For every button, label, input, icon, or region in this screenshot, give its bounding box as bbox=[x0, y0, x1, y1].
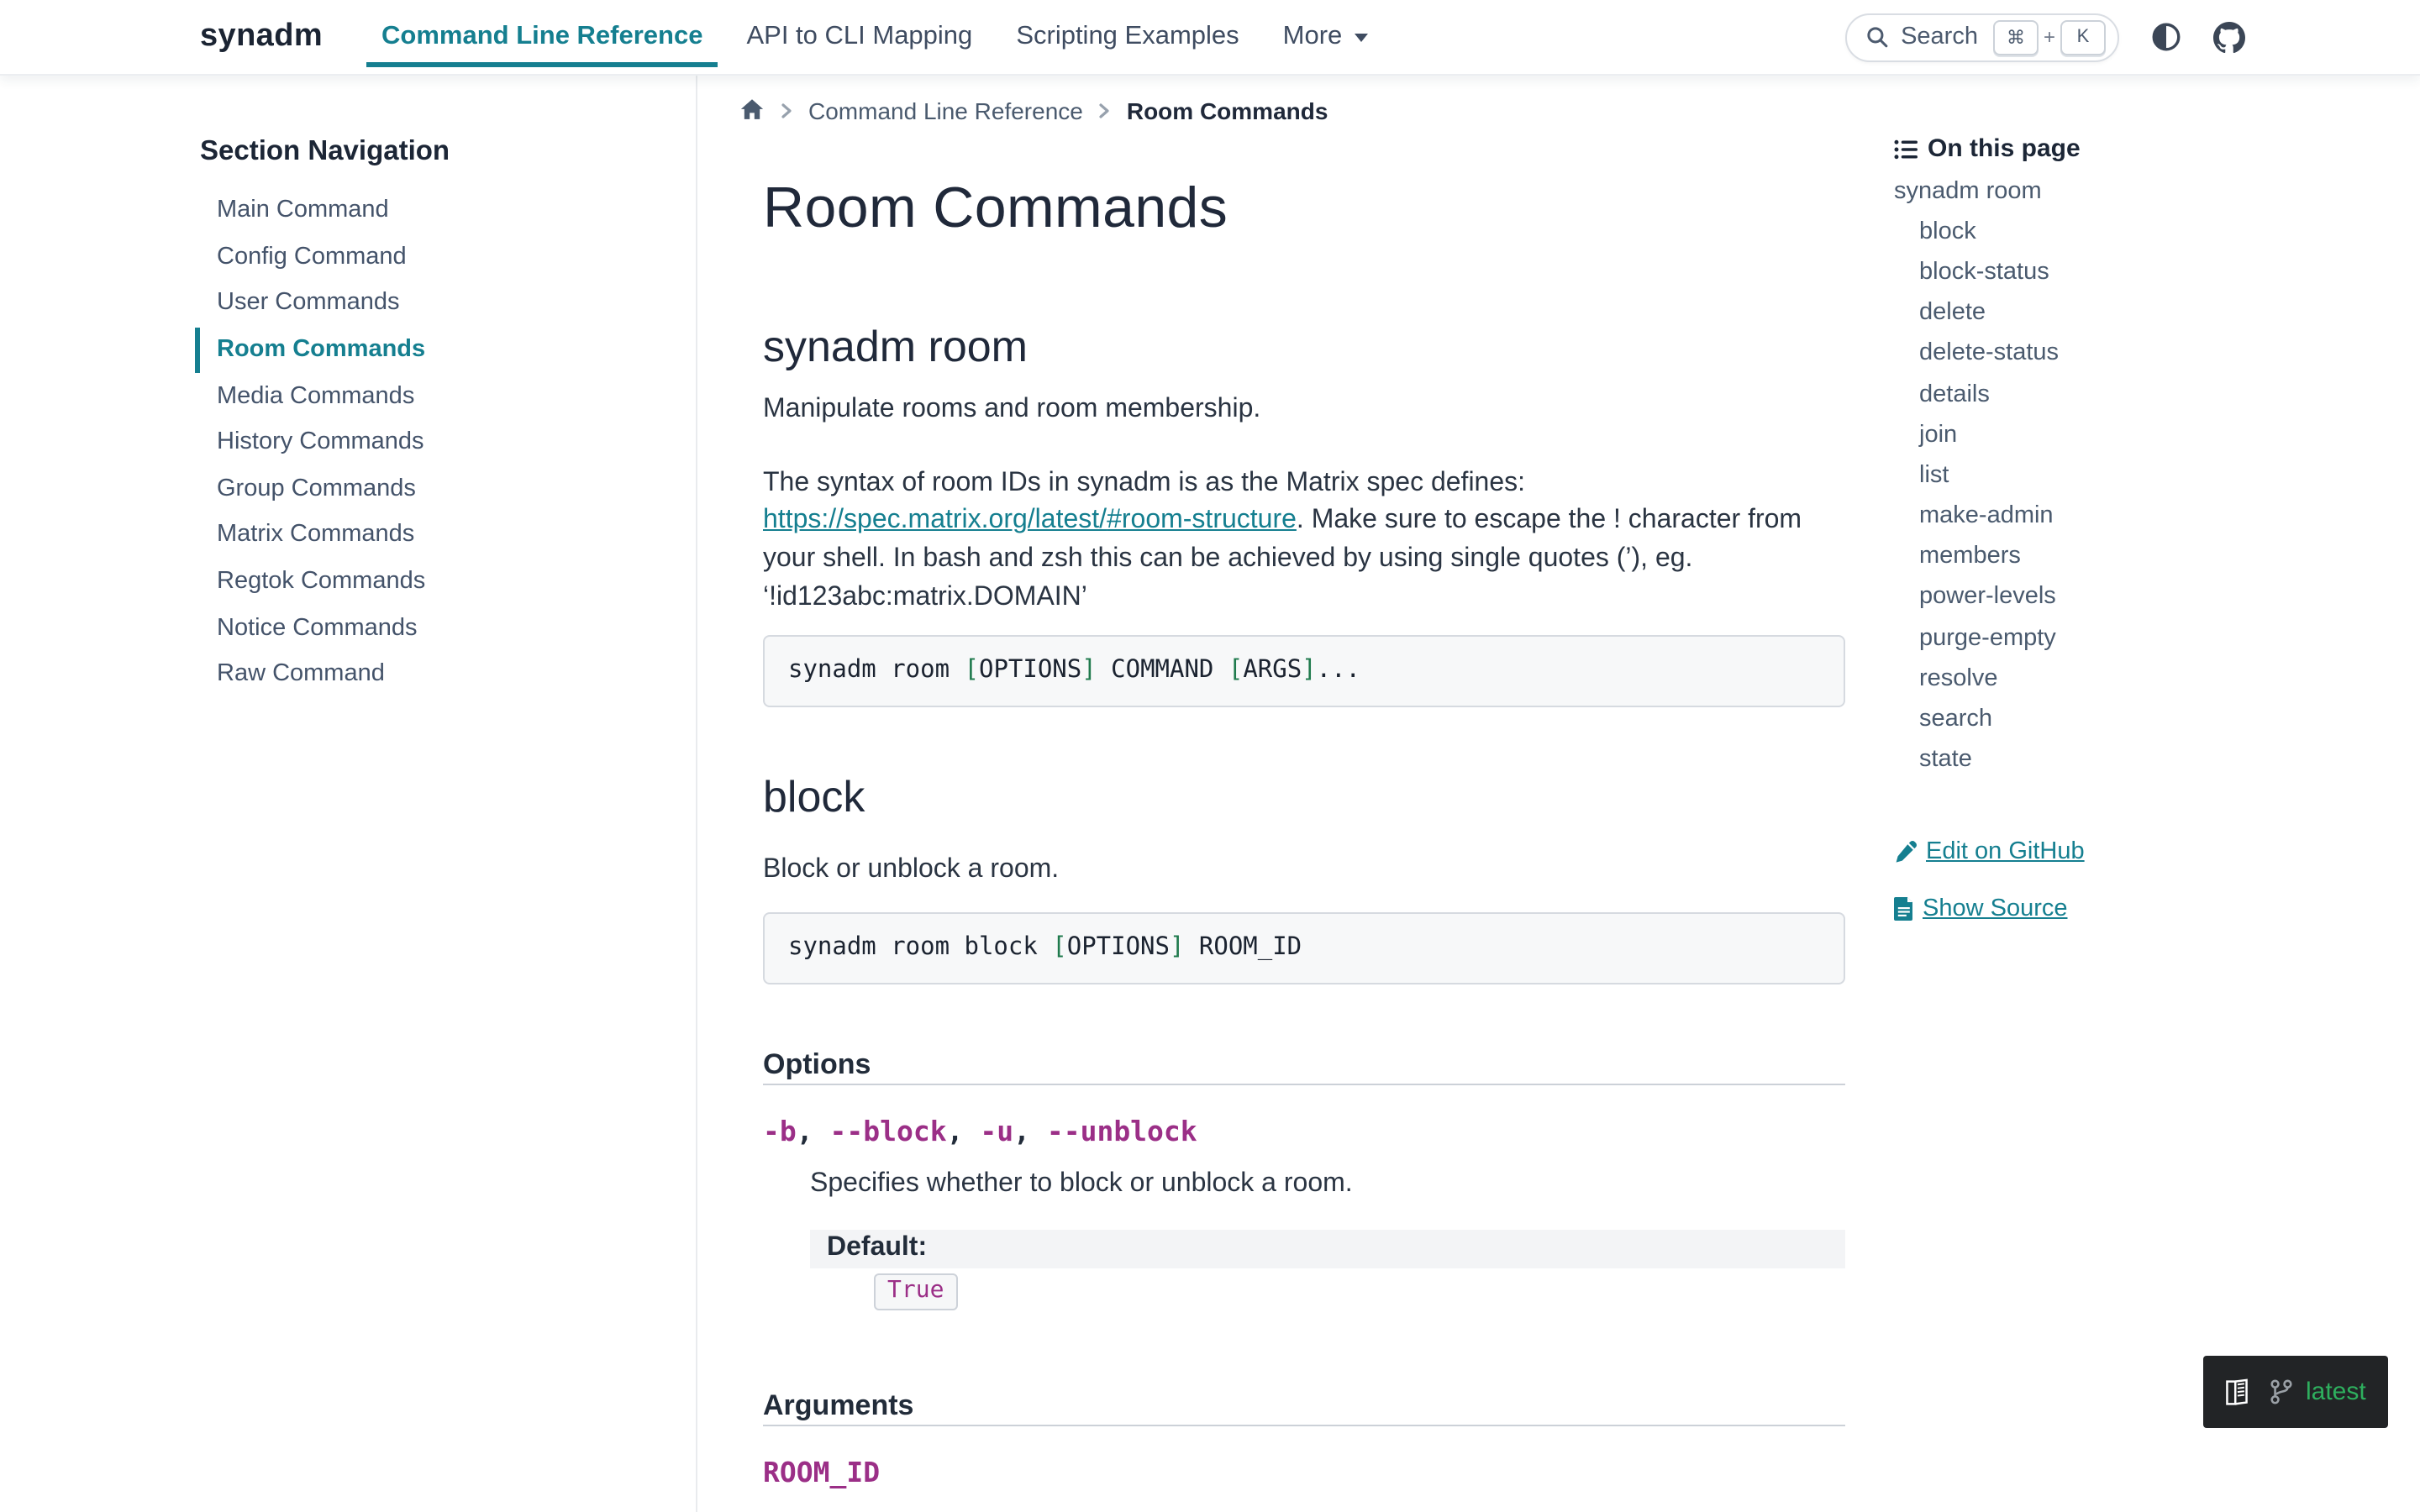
toc-item-join[interactable]: join bbox=[1894, 415, 2420, 455]
pencil-icon bbox=[1894, 841, 1918, 864]
github-icon bbox=[2213, 21, 2245, 53]
sidebar-nav-list: Main Command Config Command User Command… bbox=[195, 188, 696, 698]
toc-item-members[interactable]: members bbox=[1894, 537, 2420, 577]
sidebar-item-matrix-commands[interactable]: Matrix Commands bbox=[195, 512, 696, 559]
breadcrumb-parent-link[interactable]: Command Line Reference bbox=[808, 97, 1083, 123]
usage-code-room: synadm room [OPTIONS] COMMAND [ARGS]... bbox=[788, 656, 1360, 683]
edit-on-github-link[interactable]: Edit on GitHub bbox=[1894, 838, 2420, 867]
primary-nav: Command Line Reference API to CLI Mappin… bbox=[360, 0, 1389, 74]
matrix-spec-link-part1: https://spec.matrix.org/latest/ bbox=[763, 507, 1107, 535]
nav-more-label: More bbox=[1283, 22, 1343, 52]
nav-scripting-examples[interactable]: Scripting Examples bbox=[994, 0, 1260, 74]
sidebar-item-group-commands[interactable]: Group Commands bbox=[195, 466, 696, 512]
syntax-text-before: The syntax of room IDs in synadm is as t… bbox=[763, 468, 1525, 496]
github-link[interactable] bbox=[2213, 21, 2245, 53]
toc-header-label: On this page bbox=[1928, 134, 2081, 163]
search-icon bbox=[1865, 25, 1889, 49]
default-label: Default: bbox=[827, 1234, 927, 1263]
argument-description: Required argument bbox=[810, 1507, 1845, 1512]
sidebar-item-user-commands[interactable]: User Commands bbox=[195, 281, 696, 327]
article: Room Commands synadm room Manipulate roo… bbox=[763, 176, 1845, 1512]
k-key: K bbox=[2060, 19, 2106, 55]
plus-separator: + bbox=[2044, 25, 2055, 49]
top-navbar: synadm Command Line Reference API to CLI… bbox=[0, 0, 2420, 76]
home-icon[interactable] bbox=[739, 97, 765, 123]
version-label: latest bbox=[2306, 1378, 2366, 1406]
toc-item-make-admin[interactable]: make-admin bbox=[1894, 496, 2420, 537]
sidebar-item-room-commands[interactable]: Room Commands bbox=[195, 328, 696, 374]
toc-item-list[interactable]: list bbox=[1894, 456, 2420, 496]
sidebar-title: Section Navigation bbox=[200, 138, 696, 166]
nav-command-line-reference[interactable]: Command Line Reference bbox=[360, 0, 724, 74]
sidebar-item-main-command[interactable]: Main Command bbox=[195, 188, 696, 234]
options-rubric: Options bbox=[763, 1050, 1845, 1085]
toc-item-state[interactable]: state bbox=[1894, 740, 2420, 780]
toc-item-resolve[interactable]: resolve bbox=[1894, 659, 2420, 700]
toc-item-block[interactable]: block bbox=[1894, 212, 2420, 252]
page-title: Room Commands bbox=[763, 176, 1845, 242]
cmd-key: ⌘ bbox=[1993, 19, 2039, 55]
toc-item-delete[interactable]: delete bbox=[1894, 293, 2420, 333]
readthedocs-version-flyout[interactable]: latest bbox=[2203, 1356, 2388, 1428]
show-source-link[interactable]: Show Source bbox=[1894, 895, 2420, 924]
search-button[interactable]: Search ⌘ + K bbox=[1845, 13, 2119, 61]
matrix-spec-link-part2: #room-structure bbox=[1107, 507, 1297, 535]
nav-more-dropdown[interactable]: More bbox=[1261, 0, 1390, 74]
git-branch-icon bbox=[2270, 1379, 2292, 1404]
list-icon bbox=[1894, 137, 1918, 160]
search-label: Search bbox=[1901, 24, 1978, 50]
argument-signature: ROOM_ID bbox=[763, 1455, 1845, 1490]
toc-header: On this page bbox=[1894, 134, 2420, 163]
toc-item-details[interactable]: details bbox=[1894, 375, 2420, 415]
toc-item-search[interactable]: search bbox=[1894, 700, 2420, 740]
book-icon bbox=[2223, 1377, 2250, 1407]
main-content: Command Line Reference Room Commands Roo… bbox=[697, 76, 1894, 1512]
toc-item-block-status[interactable]: block-status bbox=[1894, 253, 2420, 293]
block-description: Block or unblock a room. bbox=[763, 852, 1845, 890]
edit-on-github-label: Edit on GitHub bbox=[1926, 838, 2085, 867]
default-field: Default: bbox=[810, 1230, 1845, 1268]
theme-toggle-button[interactable] bbox=[2151, 22, 2181, 52]
toc-item-synadm-room[interactable]: synadm room bbox=[1894, 171, 2420, 212]
option-signature: -b, --block, -u, --unblock bbox=[763, 1114, 1845, 1149]
page: synadm Command Line Reference API to CLI… bbox=[0, 0, 2420, 1512]
arguments-rubric: Arguments bbox=[763, 1391, 1845, 1426]
breadcrumb-chevron-icon bbox=[1098, 102, 1112, 118]
file-icon bbox=[1894, 898, 1914, 921]
toc-item-power-levels[interactable]: power-levels bbox=[1894, 578, 2420, 618]
toc-item-delete-status[interactable]: delete-status bbox=[1894, 334, 2420, 375]
usage-code-block: synadm room block [OPTIONS] ROOM_ID bbox=[788, 933, 1302, 960]
usage-code-block-room: synadm room [OPTIONS] COMMAND [ARGS]... bbox=[763, 634, 1845, 707]
sidebar-item-media-commands[interactable]: Media Commands bbox=[195, 374, 696, 420]
theme-toggle-icon bbox=[2151, 22, 2181, 52]
sidebar-item-history-commands[interactable]: History Commands bbox=[195, 420, 696, 466]
breadcrumb: Command Line Reference Room Commands bbox=[739, 96, 1845, 124]
site-logo[interactable]: synadm bbox=[200, 18, 323, 55]
heading-block: block bbox=[763, 771, 1845, 823]
chevron-down-icon bbox=[1354, 33, 1367, 41]
toc-list: synadm room block block-status delete de… bbox=[1894, 171, 2420, 781]
room-description: Manipulate rooms and room membership. bbox=[763, 391, 1845, 429]
room-syntax-paragraph: The syntax of room IDs in synadm is as t… bbox=[763, 465, 1845, 617]
toc-item-purge-empty[interactable]: purge-empty bbox=[1894, 618, 2420, 659]
page-toc: On this page synadm room block block-sta… bbox=[1894, 76, 2420, 1512]
option-description: Specifies whether to block or unblock a … bbox=[810, 1166, 1845, 1204]
matrix-spec-link[interactable]: https://spec.matrix.org/latest/#room-str… bbox=[763, 507, 1297, 535]
nav-api-to-cli-mapping[interactable]: API to CLI Mapping bbox=[724, 0, 994, 74]
sidebar-item-raw-command[interactable]: Raw Command bbox=[195, 652, 696, 698]
breadcrumb-chevron-icon bbox=[780, 102, 793, 118]
default-value-badge: True bbox=[874, 1273, 957, 1310]
sidebar-item-notice-commands[interactable]: Notice Commands bbox=[195, 606, 696, 652]
sidebar-item-config-command[interactable]: Config Command bbox=[195, 234, 696, 281]
breadcrumb-current: Room Commands bbox=[1127, 97, 1328, 123]
section-navigation-sidebar: Section Navigation Main Command Config C… bbox=[0, 76, 697, 1512]
usage-code-block-block: synadm room block [OPTIONS] ROOM_ID bbox=[763, 911, 1845, 984]
show-source-label: Show Source bbox=[1923, 895, 2068, 924]
sidebar-item-regtok-commands[interactable]: Regtok Commands bbox=[195, 559, 696, 606]
heading-synadm-room: synadm room bbox=[763, 321, 1845, 373]
